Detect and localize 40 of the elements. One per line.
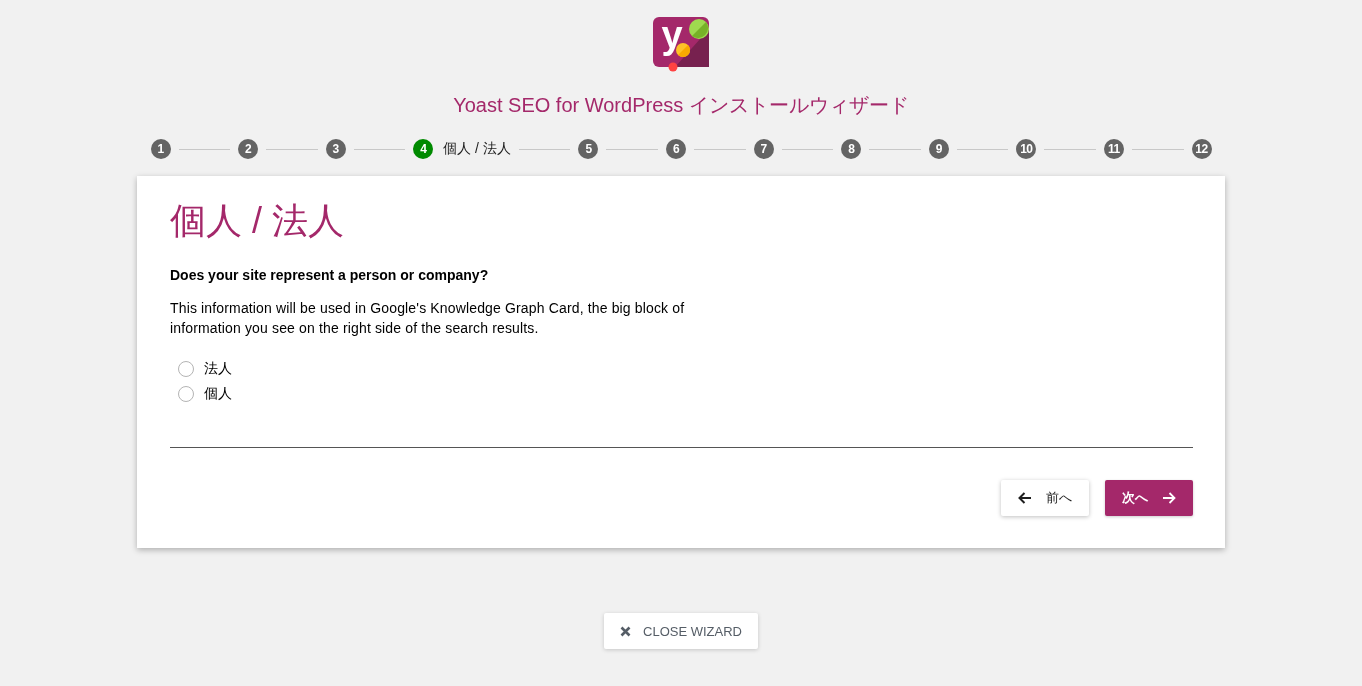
radio-label: 法人 xyxy=(204,359,232,378)
step-connector xyxy=(781,148,834,150)
step-connector xyxy=(353,148,406,150)
step-connector xyxy=(518,148,571,150)
close-icon xyxy=(620,625,631,637)
step-number[interactable]: 1 xyxy=(150,139,171,159)
radio-button[interactable] xyxy=(178,360,194,377)
radio-button[interactable] xyxy=(178,385,194,402)
step-connector xyxy=(178,148,231,150)
step-number[interactable]: 3 xyxy=(325,139,346,159)
step-number[interactable]: 2 xyxy=(238,139,259,159)
close-wizard-button[interactable]: CLOSE WIZARD xyxy=(604,613,758,649)
step-number[interactable]: 8 xyxy=(841,139,862,159)
step-number[interactable]: 4 xyxy=(413,139,434,159)
wizard-title: Yoast SEO for WordPress インストールウィザード xyxy=(453,93,909,117)
step-connector xyxy=(606,148,659,150)
step-number[interactable]: 5 xyxy=(578,139,599,159)
description-text: This information will be used in Google's Knowledge Graph Card, the big block of information you see on the right side of the search results. xyxy=(170,299,686,338)
step-connector xyxy=(694,148,746,150)
step-title: 個人 / 法人 xyxy=(443,140,511,158)
step-number[interactable]: 6 xyxy=(666,139,687,159)
next-button[interactable]: 次へ xyxy=(1105,480,1193,516)
arrow-left-icon xyxy=(1018,492,1032,504)
step-connector xyxy=(869,148,921,150)
step-connector xyxy=(1131,148,1184,150)
step-number[interactable]: 10 xyxy=(1016,139,1037,159)
arrow-right-icon xyxy=(1162,492,1176,504)
radio-label: 個人 xyxy=(204,384,232,403)
step-connector xyxy=(266,148,318,150)
step-heading: 個人 / 法人 xyxy=(170,199,345,243)
step-connector xyxy=(1044,148,1096,150)
question-text: Does your site represent a person or company? xyxy=(170,266,490,285)
step-number[interactable]: 11 xyxy=(1103,139,1124,159)
step-number[interactable]: 12 xyxy=(1191,139,1212,159)
step-number[interactable]: 9 xyxy=(928,139,949,159)
logo-icon xyxy=(652,17,710,72)
back-button[interactable]: 前へ xyxy=(1001,480,1089,516)
step-number[interactable]: 7 xyxy=(753,139,774,159)
step-connector xyxy=(956,148,1009,150)
logo-letter: y xyxy=(661,13,683,57)
